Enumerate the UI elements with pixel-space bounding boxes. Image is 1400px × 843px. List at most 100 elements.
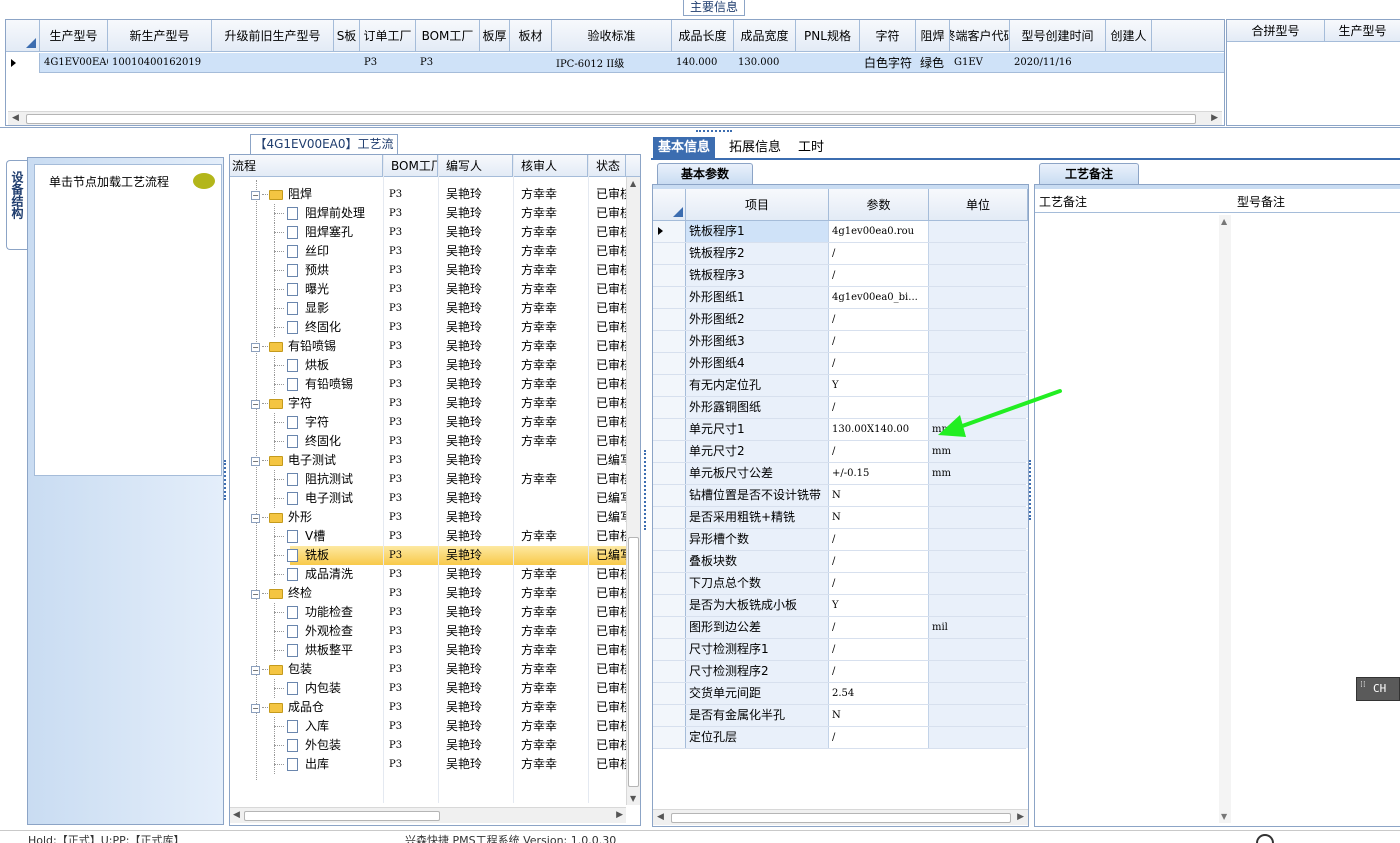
grid-cell[interactable]: 10010400162019 bbox=[108, 53, 212, 72]
grid-cell[interactable]: 140.000 bbox=[672, 53, 734, 72]
param-column-header[interactable]: 参数 bbox=[829, 189, 929, 220]
column-header[interactable]: BOM工厂 bbox=[416, 20, 480, 51]
param-column-header[interactable]: 单位 bbox=[929, 189, 1028, 220]
process-tree-hscroll[interactable]: ◀ ▶ bbox=[230, 807, 626, 823]
param-value[interactable]: / bbox=[829, 529, 929, 550]
grid-cell[interactable] bbox=[334, 53, 360, 72]
tree-row[interactable]: −字符P3吴艳玲方幸幸已审核 bbox=[230, 394, 626, 413]
side-tab-device-structure[interactable]: 设备结构 bbox=[6, 160, 28, 250]
param-value[interactable]: N bbox=[829, 485, 929, 506]
tree-row[interactable]: 出库P3吴艳玲方幸幸已审核 bbox=[230, 755, 626, 774]
tree-row[interactable]: 终固化P3吴艳玲方幸幸已审核 bbox=[230, 432, 626, 451]
process-remark-field[interactable] bbox=[1037, 215, 1231, 823]
param-row[interactable]: 交货单元间距 2.54 bbox=[653, 683, 1028, 705]
left-splitter[interactable] bbox=[224, 460, 228, 500]
param-value[interactable]: / bbox=[829, 265, 929, 286]
grid-cell[interactable]: P3 bbox=[416, 53, 480, 72]
expand-toggle-icon[interactable]: − bbox=[251, 666, 260, 675]
param-row[interactable]: 尺寸检测程序1/ bbox=[653, 639, 1028, 661]
column-header[interactable]: 订单工厂 bbox=[360, 20, 416, 51]
column-header[interactable]: 升级前旧生产型号 bbox=[212, 20, 334, 51]
main-grid-hscroll-thumb[interactable] bbox=[26, 114, 1196, 124]
param-value[interactable]: 4g1ev00ea0.rou bbox=[829, 221, 929, 242]
column-header[interactable]: 字符 bbox=[860, 20, 916, 51]
column-header[interactable]: 成品宽度 bbox=[734, 20, 796, 51]
tab-basic-info[interactable]: 基本信息 bbox=[653, 137, 715, 159]
param-row[interactable]: 外形图纸2/ bbox=[653, 309, 1028, 331]
grid-cell[interactable]: P3 bbox=[360, 53, 416, 72]
tab-extended-info[interactable]: 拓展信息 bbox=[725, 137, 785, 159]
param-row[interactable]: 是否有金属化半孔 N bbox=[653, 705, 1028, 727]
tree-row[interactable]: −终检P3吴艳玲方幸幸已审核 bbox=[230, 584, 626, 603]
column-header[interactable]: 终端客户代码 bbox=[950, 20, 1010, 51]
column-header[interactable]: 板厚 bbox=[480, 20, 510, 51]
column-header[interactable]: 型号创建时间 bbox=[1010, 20, 1106, 51]
tree-row[interactable]: 烘板P3吴艳玲方幸幸已审核 bbox=[230, 356, 626, 375]
process-tree-vscroll-thumb[interactable] bbox=[628, 537, 639, 787]
grid-cell[interactable] bbox=[796, 53, 860, 72]
param-value[interactable]: / bbox=[829, 309, 929, 330]
param-value[interactable]: / bbox=[829, 573, 929, 594]
column-header[interactable]: S板 bbox=[334, 20, 360, 51]
expand-toggle-icon[interactable]: − bbox=[251, 514, 260, 523]
column-header[interactable]: 阻焊 bbox=[916, 20, 950, 51]
column-header[interactable]: 创建人 bbox=[1106, 20, 1152, 51]
tree-column-header[interactable]: 状态 bbox=[588, 155, 626, 177]
param-row[interactable]: 下刀点总个数 / bbox=[653, 573, 1028, 595]
grid-cell[interactable]: G1EV bbox=[950, 53, 1010, 72]
param-row[interactable]: 铣板程序1 4g1ev00ea0.rou bbox=[653, 221, 1028, 243]
tree-row[interactable]: 入库P3吴艳玲方幸幸已审核 bbox=[230, 717, 626, 736]
param-value[interactable]: / bbox=[829, 639, 929, 660]
grid-cell[interactable] bbox=[212, 53, 334, 72]
tree-row[interactable]: 成品清洗P3吴艳玲方幸幸已审核 bbox=[230, 565, 626, 584]
ime-indicator[interactable]: ⁞⁞ CH bbox=[1356, 677, 1400, 701]
param-value[interactable]: N bbox=[829, 507, 929, 528]
tree-row[interactable]: −包装P3吴艳玲方幸幸已审核 bbox=[230, 660, 626, 679]
process-remark-vscroll[interactable]: ▲ ▼ bbox=[1219, 215, 1231, 823]
tree-column-header[interactable]: 流程 bbox=[230, 155, 383, 177]
process-tree-vscroll[interactable]: ▲ ▼ bbox=[626, 177, 640, 805]
param-row[interactable]: 是否为大板铣成小板 Y bbox=[653, 595, 1028, 617]
grid-cell[interactable] bbox=[480, 53, 510, 72]
grid-cell[interactable]: 130.000 bbox=[734, 53, 796, 72]
expand-toggle-icon[interactable]: − bbox=[251, 457, 260, 466]
param-row[interactable]: 是否采用粗铣+精铣 N bbox=[653, 507, 1028, 529]
param-row[interactable]: 外形图纸4/ bbox=[653, 353, 1028, 375]
structure-list[interactable]: 单击节点加载工艺流程 bbox=[34, 164, 222, 476]
expand-toggle-icon[interactable]: − bbox=[251, 191, 260, 200]
column-header[interactable]: 生产型号 bbox=[1325, 20, 1400, 41]
mid-splitter[interactable] bbox=[644, 450, 648, 530]
param-value[interactable]: / bbox=[829, 397, 929, 418]
tree-row[interactable]: −阻焊P3吴艳玲方幸幸已审核 bbox=[230, 185, 626, 204]
tree-row[interactable]: 丝印P3吴艳玲方幸幸已审核 bbox=[230, 242, 626, 261]
tree-column-header[interactable]: BOM工厂 bbox=[383, 155, 438, 177]
param-row[interactable]: 尺寸检测程序2/ bbox=[653, 661, 1028, 683]
process-tree-hscroll-thumb[interactable] bbox=[244, 811, 440, 821]
tree-row[interactable]: 预烘P3吴艳玲方幸幸已审核 bbox=[230, 261, 626, 280]
column-header[interactable]: PNL规格 bbox=[796, 20, 860, 51]
column-header[interactable]: 板材 bbox=[510, 20, 552, 51]
param-column-header[interactable]: 项目 bbox=[686, 189, 829, 220]
basic-params-tab[interactable]: 基本参数 bbox=[657, 163, 753, 184]
column-header[interactable]: 生产型号 bbox=[40, 20, 108, 51]
param-value[interactable]: / bbox=[829, 441, 929, 462]
remark-panel-tab[interactable]: 工艺备注 bbox=[1039, 163, 1139, 184]
param-value[interactable]: / bbox=[829, 243, 929, 264]
tree-row[interactable]: −有铅喷锡P3吴艳玲方幸幸已审核 bbox=[230, 337, 626, 356]
tree-row[interactable]: 有铅喷锡P3吴艳玲方幸幸已审核 bbox=[230, 375, 626, 394]
tree-row[interactable]: 内包装P3吴艳玲方幸幸已审核 bbox=[230, 679, 626, 698]
param-value[interactable]: / bbox=[829, 661, 929, 682]
column-header[interactable]: 合拼型号 bbox=[1227, 20, 1325, 41]
tree-row[interactable]: 外包装P3吴艳玲方幸幸已审核 bbox=[230, 736, 626, 755]
expand-toggle-icon[interactable]: − bbox=[251, 343, 260, 352]
column-header[interactable]: 新生产型号 bbox=[108, 20, 212, 51]
param-row[interactable]: 叠板块数 / bbox=[653, 551, 1028, 573]
tree-row[interactable]: 功能检查P3吴艳玲方幸幸已审核 bbox=[230, 603, 626, 622]
param-value[interactable]: Y bbox=[829, 375, 929, 396]
grid-cell[interactable]: 4G1EV00EA0 bbox=[40, 53, 108, 72]
tree-row[interactable]: 曝光P3吴艳玲方幸幸已审核 bbox=[230, 280, 626, 299]
tree-column-header[interactable]: 编写人 bbox=[438, 155, 513, 177]
tree-row[interactable]: 终固化P3吴艳玲方幸幸已审核 bbox=[230, 318, 626, 337]
tree-row[interactable]: V槽P3吴艳玲方幸幸已审核 bbox=[230, 527, 626, 546]
grid-cell[interactable] bbox=[1106, 53, 1152, 72]
